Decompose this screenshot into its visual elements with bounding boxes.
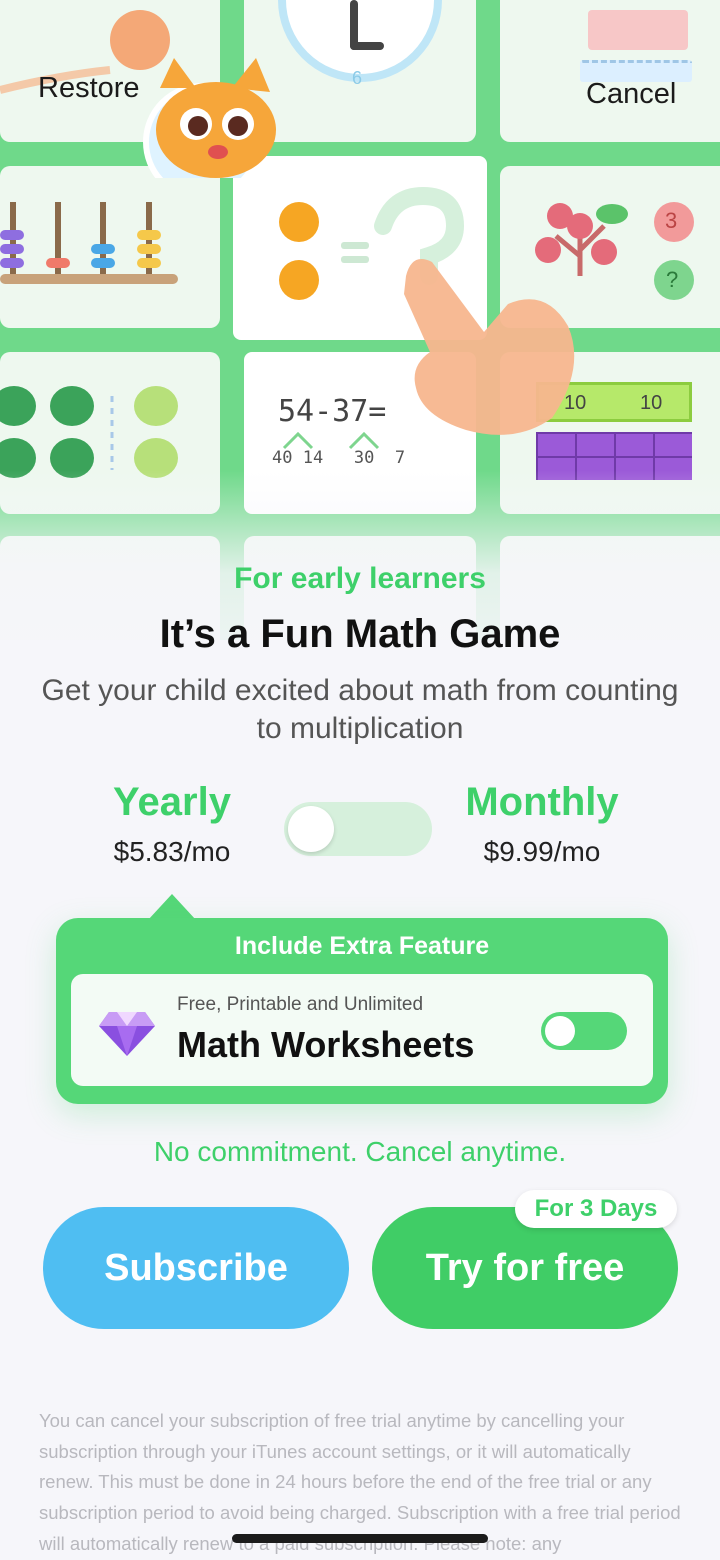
- plan-monthly-price: $9.99/mo: [483, 836, 601, 867]
- no-commitment-text: No commitment. Cancel anytime.: [153, 1136, 567, 1167]
- restore-button[interactable]: Restore: [38, 72, 140, 105]
- subscribe-button[interactable]: Subscribe: [43, 1207, 349, 1329]
- trial-days-badge: For 3 Days: [515, 1190, 677, 1228]
- circle-question: ?: [666, 267, 679, 292]
- plan-monthly-label[interactable]: Monthly: [422, 780, 662, 825]
- worksheets-option[interactable]: Free, Printable and Unlimited Math Works…: [71, 974, 653, 1086]
- page-title: It’s a Fun Math Game: [159, 612, 561, 656]
- card-abacus: [0, 166, 220, 328]
- card-ruler: [500, 0, 720, 142]
- gem-icon: [99, 1012, 155, 1056]
- worksheets-toggle[interactable]: [541, 1012, 627, 1050]
- plan-yearly-label[interactable]: Yearly: [52, 780, 292, 825]
- plan-toggle[interactable]: [284, 802, 432, 856]
- block-icon: [588, 10, 688, 50]
- cat-mascot-icon: [143, 58, 276, 178]
- tagline: For early learners: [234, 562, 486, 595]
- worksheets-subtitle: Free, Printable and Unlimited: [177, 994, 424, 1015]
- worksheets-toggle-knob: [545, 1016, 575, 1046]
- worksheets-title: Math Worksheets: [177, 1024, 475, 1065]
- cancel-button[interactable]: Cancel: [586, 78, 676, 111]
- abacus-icon: [0, 202, 178, 284]
- extra-feature-panel: Include Extra Feature Free, Printable an…: [56, 918, 668, 1104]
- hero-illustration: 6 3 ? 54-37= 40 14 30 7 10 10 Restore Ca…: [0, 0, 720, 640]
- subtitle: Get your child excited about math from c…: [41, 674, 679, 745]
- bar-number-2: 10: [640, 392, 663, 414]
- circle-number: 3: [665, 208, 678, 233]
- plan-yearly-price: $5.83/mo: [113, 836, 231, 867]
- extra-feature-title: Include Extra Feature: [234, 932, 490, 960]
- home-indicator: [232, 1534, 488, 1543]
- feature-pointer: [148, 894, 196, 920]
- plan-toggle-knob: [288, 806, 334, 852]
- pointing-hand-icon: [404, 259, 575, 435]
- clock-number: 6: [352, 68, 363, 88]
